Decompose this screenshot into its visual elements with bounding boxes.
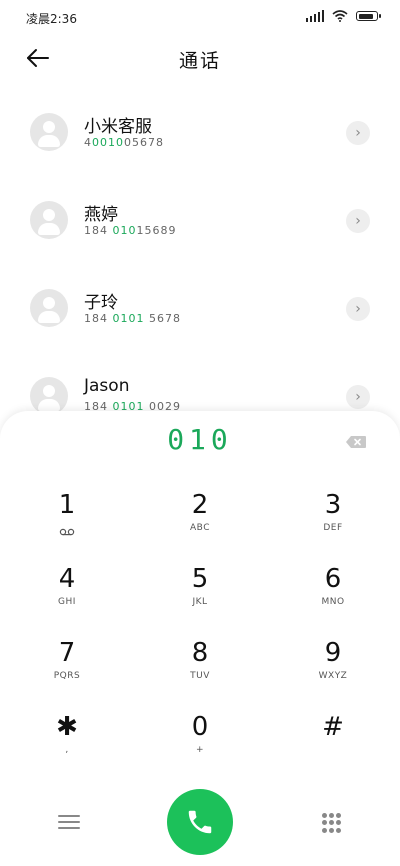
contact-name: 燕婷 [84, 205, 118, 225]
chevron-right-icon[interactable]: › [346, 121, 370, 145]
wifi-icon [332, 10, 348, 22]
voicemail-icon [59, 528, 75, 536]
call-button[interactable] [167, 789, 233, 855]
signal-icon [306, 10, 324, 22]
dial-key-3[interactable]: 3 DEF [288, 489, 378, 559]
dial-key-star[interactable]: ✱ , [22, 711, 112, 781]
dial-key-4[interactable]: 4 GHI [22, 563, 112, 633]
dialed-number: 010 [167, 423, 233, 456]
page-title: 通话 [178, 50, 221, 72]
chevron-right-icon[interactable]: › [346, 209, 370, 233]
backspace-icon[interactable] [345, 435, 367, 449]
dial-key-hash[interactable]: # [288, 711, 378, 781]
contact-number: 184 0101 5678 [84, 312, 181, 325]
dial-key-1[interactable]: 1 [22, 489, 112, 559]
dial-key-8[interactable]: 8 TUV [155, 637, 245, 707]
avatar-icon [30, 201, 68, 239]
avatar-icon [30, 113, 68, 151]
dial-bottom-bar [0, 789, 400, 859]
battery-fill [358, 13, 373, 19]
status-icons [306, 10, 381, 22]
dial-key-0[interactable]: 0 + [155, 711, 245, 781]
avatar-icon [30, 377, 68, 415]
contact-name: Jason [84, 376, 130, 396]
contact-list: 小米客服 4001005678 › 燕婷 184 01015689 › 子玲 1… [0, 88, 400, 440]
header: 通话 [0, 36, 400, 80]
chevron-right-icon[interactable]: › [346, 385, 370, 409]
contact-row[interactable]: 燕婷 184 01015689 › [0, 176, 400, 264]
status-bar: 凌晨2:36 [0, 0, 400, 36]
contact-row[interactable]: 小米客服 4001005678 › [0, 88, 400, 176]
dial-key-2[interactable]: 2 ABC [155, 489, 245, 559]
phone-icon [188, 810, 212, 834]
battery-icon [356, 11, 381, 21]
dial-key-5[interactable]: 5 JKL [155, 563, 245, 633]
keypad-icon[interactable] [322, 813, 341, 833]
contact-name: 小米客服 [84, 117, 152, 137]
contact-number: 4001005678 [84, 136, 164, 149]
dial-panel: 010 1 2 ABC 3 DEF 4 GHI 5 JKL 6 MNO 7 PQ… [0, 411, 400, 866]
dial-key-9[interactable]: 9 WXYZ [288, 637, 378, 707]
avatar-icon [30, 289, 68, 327]
menu-icon[interactable] [58, 815, 80, 835]
status-time: 凌晨2:36 [26, 12, 77, 26]
dial-key-6[interactable]: 6 MNO [288, 563, 378, 633]
contact-name: 子玲 [84, 293, 118, 313]
chevron-right-icon[interactable]: › [346, 297, 370, 321]
contact-row[interactable]: 子玲 184 0101 5678 › [0, 264, 400, 352]
contact-number: 184 01015689 [84, 224, 177, 237]
dial-key-7[interactable]: 7 PQRS [22, 637, 112, 707]
